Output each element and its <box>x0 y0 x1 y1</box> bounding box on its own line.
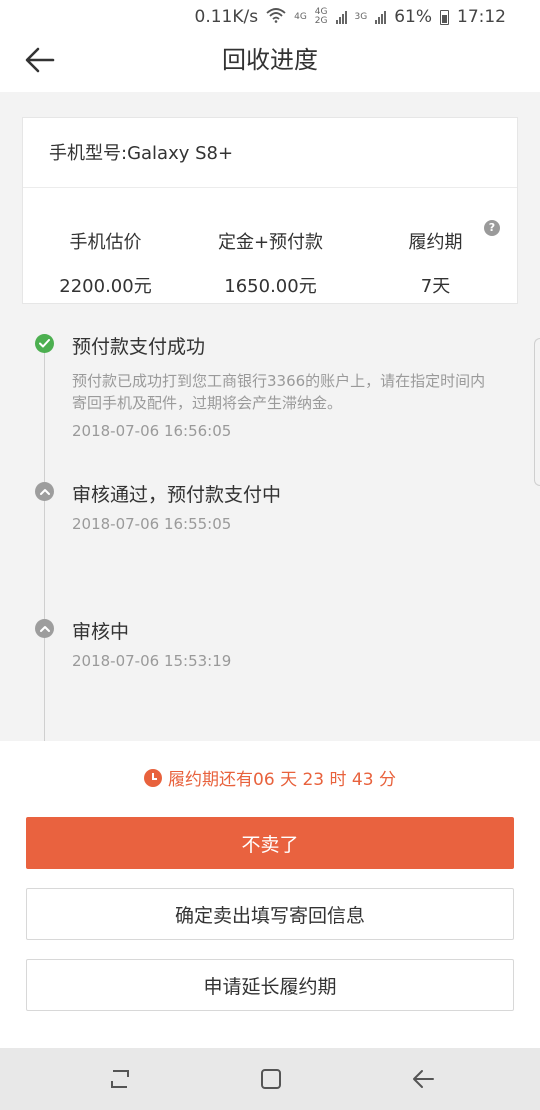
network-type-b: 4G 2G <box>314 7 328 26</box>
confirm-sale-button[interactable]: 确定卖出填写寄回信息 <box>26 888 514 940</box>
countdown: 履约期还有06 天 23 时 43 分 <box>0 765 540 790</box>
timeline-title: 预付款支付成功 <box>72 336 206 358</box>
battery-icon <box>440 9 449 25</box>
network-speed: 0.11K/s <box>194 7 259 27</box>
system-nav-bar <box>0 1048 540 1110</box>
signal-icon <box>335 10 347 24</box>
chevron-up-icon <box>35 482 54 501</box>
stat-label: 手机估价 <box>69 232 142 253</box>
wifi-icon <box>266 7 286 28</box>
stat-label: 定金+预付款 <box>217 232 324 253</box>
timeline-description: 预付款已成功打到您工商银行3366的账户上，请在指定时间内寄回手机及配件，过期将… <box>72 372 486 412</box>
status-bar: 0.11K/s 4G 4G 2G 3G 61% 17:12 <box>0 0 540 34</box>
battery-percent: 61% <box>394 7 432 27</box>
home-icon[interactable] <box>256 1064 286 1094</box>
timeline-time: 2018-07-06 16:55:05 <box>72 515 232 533</box>
recent-apps-icon[interactable] <box>105 1064 135 1094</box>
price-stats: 手机估价 2200.00元 定金+预付款 1650.00元 履约期 7天 ? <box>23 188 517 304</box>
app-header: 回收进度 <box>0 34 540 92</box>
back-icon[interactable] <box>408 1064 438 1094</box>
timeline-title: 审核通过，预付款支付中 <box>72 484 282 506</box>
timeline-title: 审核中 <box>72 621 130 643</box>
timeline-line <box>44 352 45 742</box>
countdown-text: 履约期还有06 天 23 时 43 分 <box>168 770 396 790</box>
clock-icon <box>144 768 163 787</box>
device-info-card: 手机型号:Galaxy S8+ 手机估价 2200.00元 定金+预付款 165… <box>22 117 518 304</box>
clock-time: 17:12 <box>457 7 506 27</box>
timeline-time: 2018-07-06 16:56:05 <box>72 422 232 440</box>
stat-value: 2200.00元 <box>59 276 152 297</box>
network-type-a: 4G <box>294 11 307 22</box>
chevron-up-icon <box>35 619 54 638</box>
device-model: 手机型号:Galaxy S8+ <box>23 118 517 188</box>
help-icon[interactable]: ? <box>484 220 500 236</box>
edge-panel-handle[interactable] <box>534 338 540 486</box>
cancel-sale-button[interactable]: 不卖了 <box>26 817 514 869</box>
stat-value: 7天 <box>420 276 451 297</box>
check-icon <box>35 334 54 353</box>
signal-icon-2 <box>375 10 387 24</box>
timeline-time: 2018-07-06 15:53:19 <box>72 652 232 670</box>
extend-term-button[interactable]: 申请延长履约期 <box>26 959 514 1011</box>
stat-value: 1650.00元 <box>224 276 317 297</box>
page-title: 回收进度 <box>222 46 318 74</box>
action-panel: 履约期还有06 天 23 时 43 分 不卖了 确定卖出填写寄回信息 申请延长履… <box>0 741 540 1048</box>
network-type-c: 3G <box>354 11 368 22</box>
